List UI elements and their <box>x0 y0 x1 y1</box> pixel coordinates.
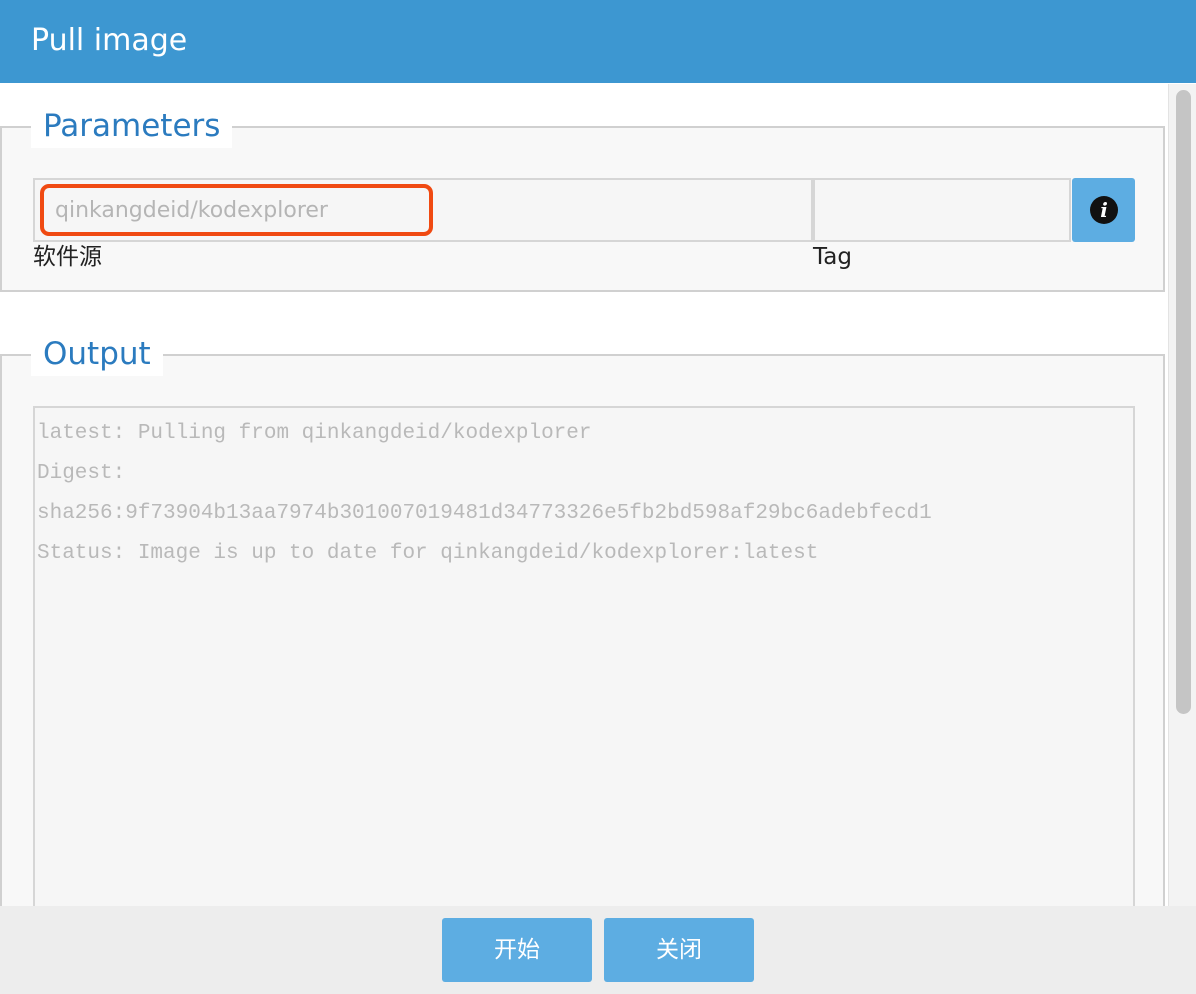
info-icon: i <box>1090 196 1118 224</box>
output-legend: Output <box>31 332 163 376</box>
close-button[interactable]: 关闭 <box>604 918 754 982</box>
output-line: Status: Image is up to date for qinkangd… <box>37 542 819 565</box>
dialog-titlebar: Pull image <box>0 0 1196 83</box>
parameters-group: Parameters qinkangdeid/kodexplorer i 软件源… <box>0 104 1165 292</box>
dialog-title: Pull image <box>31 23 188 58</box>
output-line: sha256:9f73904b13aa7974b301007019481d347… <box>37 502 932 525</box>
info-button[interactable]: i <box>1072 178 1135 242</box>
dialog-footer: 开始 关闭 <box>0 906 1196 994</box>
start-button[interactable]: 开始 <box>442 918 592 982</box>
tag-input[interactable] <box>813 178 1071 242</box>
pull-image-dialog: Pull image Parameters qinkangdeid/kodexp… <box>0 0 1196 994</box>
output-group: Output latest: Pulling from qinkangdeid/… <box>0 332 1165 966</box>
output-line: Digest: <box>37 462 126 485</box>
vertical-scrollbar[interactable] <box>1168 84 1196 906</box>
scrollbar-thumb[interactable] <box>1176 90 1191 714</box>
output-textarea[interactable]: latest: Pulling from qinkangdeid/kodexpl… <box>33 406 1135 966</box>
tag-label: Tag <box>813 244 852 270</box>
output-line: latest: Pulling from qinkangdeid/kodexpl… <box>37 422 592 445</box>
source-label: 软件源 <box>33 244 102 270</box>
parameters-legend: Parameters <box>31 104 233 148</box>
source-input-highlight <box>40 184 433 236</box>
